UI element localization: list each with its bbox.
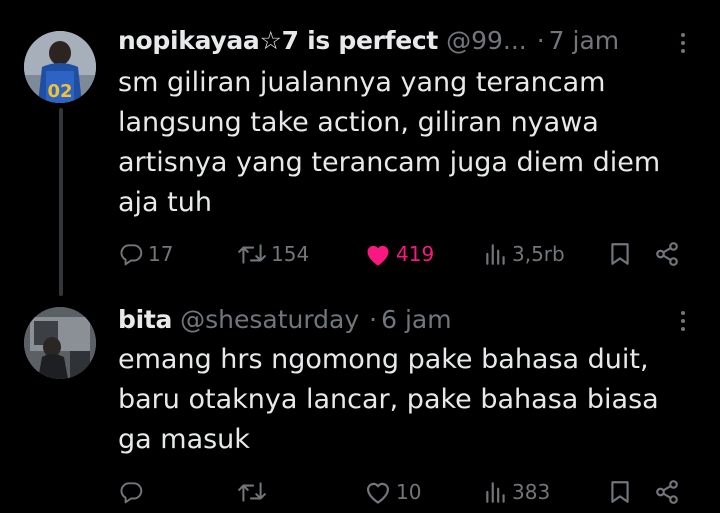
avatar-image <box>24 307 96 379</box>
retweet-count: 154 <box>271 242 310 266</box>
views-icon <box>486 482 505 503</box>
reply-icon <box>120 244 143 266</box>
bookmark-button[interactable] <box>608 239 632 269</box>
like-count: 419 <box>396 242 435 266</box>
tweet-2[interactable]: bita @shesaturday · 6 jam emang hrs ngom… <box>0 290 720 513</box>
separator: · <box>369 304 378 334</box>
separator: · <box>536 25 545 55</box>
heart-icon <box>367 245 389 266</box>
bookmark-button[interactable] <box>608 477 632 507</box>
thread-line <box>59 108 63 296</box>
reply-icon <box>120 482 143 504</box>
user-handle[interactable]: @99... <box>446 26 527 55</box>
avatar[interactable] <box>24 307 96 379</box>
views-button[interactable]: 3,5rb <box>484 239 565 269</box>
views-button[interactable]: 383 <box>484 477 550 507</box>
timestamp[interactable]: 6 jam <box>381 305 451 334</box>
tweet-text: sm giliran jualannya yang terancam langs… <box>118 67 661 218</box>
share-button[interactable] <box>654 477 680 507</box>
reply-count: 17 <box>148 242 174 266</box>
views-icon <box>486 244 505 265</box>
share-icon <box>656 480 678 504</box>
tweet-header: nopikayaa☆7 is perfect @99... · 7 jam <box>118 22 619 58</box>
tweet-text: emang hrs ngomong pake bahasa duit, baru… <box>118 344 659 455</box>
svg-text:02: 02 <box>47 81 72 102</box>
tweet-actions: 10 383 <box>118 477 690 507</box>
heart-icon <box>366 482 390 504</box>
reply-button[interactable]: 17 <box>118 239 173 269</box>
share-icon <box>656 242 678 266</box>
display-name[interactable]: bita <box>118 305 172 334</box>
reply-button[interactable] <box>118 477 148 507</box>
retweet-icon <box>238 482 266 502</box>
more-icon[interactable] <box>678 311 688 331</box>
like-count: 10 <box>396 480 422 504</box>
timestamp[interactable]: 7 jam <box>549 26 619 55</box>
retweet-icon <box>238 244 266 264</box>
bookmark-icon <box>611 481 629 503</box>
view-count: 383 <box>512 480 551 504</box>
share-button[interactable] <box>654 239 680 269</box>
bookmark-icon <box>611 243 629 265</box>
like-button[interactable]: 419 <box>364 239 434 269</box>
avatar[interactable]: 02 <box>24 31 96 103</box>
display-name[interactable]: nopikayaa☆7 is perfect <box>118 26 438 55</box>
user-handle[interactable]: @shesaturday <box>180 305 359 334</box>
view-count: 3,5rb <box>512 242 565 266</box>
retweet-button[interactable] <box>237 477 271 507</box>
avatar-image: 02 <box>24 31 96 103</box>
tweet-actions: 17 154 419 3,5rb <box>118 239 690 269</box>
tweet-header: bita @shesaturday · 6 jam <box>118 301 452 337</box>
tweet-1[interactable]: 02 nopikayaa☆7 is perfect @99... · 7 jam… <box>0 0 720 296</box>
more-icon[interactable] <box>678 33 688 53</box>
like-button[interactable]: 10 <box>364 477 421 507</box>
retweet-button[interactable]: 154 <box>237 239 309 269</box>
